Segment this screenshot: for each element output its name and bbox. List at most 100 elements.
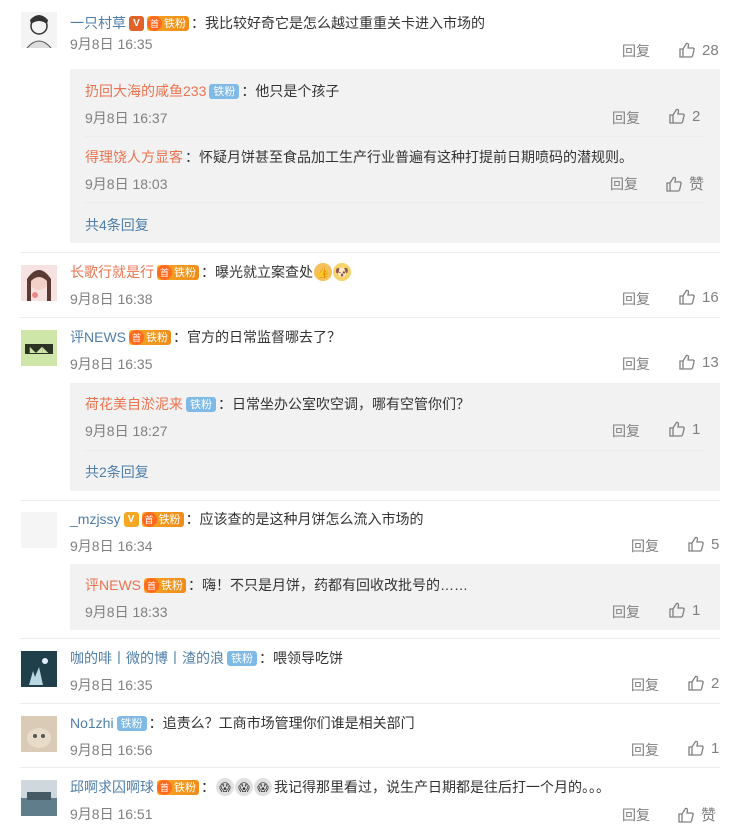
username-link[interactable]: 荷花美自淤泥来 [85, 394, 183, 414]
doge-emoji-icon: 🐶 [333, 263, 351, 281]
reply-button[interactable]: 回复 [622, 805, 650, 825]
fan-badge-icon: 铁粉 [209, 83, 240, 99]
more-replies-link[interactable]: 共4条回复 [85, 215, 149, 235]
like-count: 1 [711, 739, 720, 757]
reply-text: ：日常坐办公室吹空调，哪有空管你们？ [218, 396, 470, 412]
username-link[interactable]: 得理饶人方显客 [85, 147, 183, 167]
username-link[interactable]: 扔回大海的咸鱼233 [85, 81, 206, 101]
reply-button[interactable]: 回复 [631, 536, 659, 556]
thumbs-up-icon [669, 602, 685, 618]
thumbs-up-icon [666, 176, 682, 192]
thumbs-up-emoji-icon: 👍 [314, 263, 332, 281]
avatar[interactable] [21, 512, 57, 548]
username-link[interactable]: _mzjssy [70, 511, 121, 527]
divider [20, 703, 720, 704]
username-link[interactable]: 评NEWS [70, 327, 126, 347]
avatar[interactable]: ◣◢◣ [21, 330, 57, 366]
crying-face-emoji-icon: 😱 [216, 778, 234, 796]
like-button[interactable]: 5 [687, 535, 719, 553]
reply-text: ：怀疑月饼甚至食品加工生产行业普遍有这种打提前日期喷码的潜规则。 [185, 149, 633, 165]
comment-list: 一只村草 V 首铁粉 ：我比较好奇它是怎么越过重重关卡进入市场的 9月8日 16… [0, 0, 736, 828]
reply-button[interactable]: 回复 [622, 41, 650, 61]
fan-badge-label: 铁粉 [146, 332, 168, 344]
username-link[interactable]: 一只村草 [70, 13, 126, 33]
thumbs-up-icon [679, 42, 695, 58]
comment-time: 9月8日 16:51 [70, 806, 153, 822]
divider [20, 252, 720, 253]
more-replies-link[interactable]: 共2条回复 [85, 462, 149, 482]
reply-time: 9月8日 18:27 [85, 423, 168, 439]
like-button[interactable]: 13 [678, 353, 719, 371]
fan-badge-label: 铁粉 [116, 715, 147, 731]
reply-time: 9月8日 18:33 [85, 604, 168, 620]
comment-text: ：曝光就立案查处 [201, 264, 313, 280]
verified-badge-icon: V [123, 511, 139, 527]
reply-button[interactable]: 回复 [612, 421, 640, 441]
fan-badge-icon: 铁粉 [186, 396, 216, 412]
avatar[interactable] [21, 651, 57, 687]
like-button[interactable]: 28 [678, 41, 719, 59]
avatar[interactable] [21, 265, 57, 301]
fan-badge-icon: 铁粉 [116, 715, 147, 731]
reply-button[interactable]: 回复 [631, 740, 659, 760]
fan-badge-label: 铁粉 [209, 83, 240, 99]
avatar[interactable] [21, 716, 57, 752]
reply-button[interactable]: 回复 [612, 602, 640, 622]
reply-button[interactable]: 回复 [631, 675, 659, 695]
reply-time: 9月8日 16:37 [85, 110, 168, 126]
fan-badge-icon: 首铁粉 [157, 264, 199, 280]
like-button[interactable]: 1 [668, 601, 700, 619]
like-button[interactable]: 赞 [677, 804, 716, 825]
fan-badge-label: 铁粉 [161, 580, 183, 592]
like-button[interactable]: 16 [678, 288, 719, 306]
divider [85, 136, 704, 137]
like-count: 13 [702, 353, 719, 371]
reply-text: ：嗨！不只是月饼，药都有回收改批号的…… [188, 577, 468, 593]
svg-text:◣◢◣: ◣◢◣ [30, 345, 49, 354]
divider [85, 450, 704, 451]
like-count: 赞 [701, 807, 717, 824]
crying-face-emoji-icon: 😱 [235, 778, 253, 796]
username-link[interactable]: 长歌行就是行 [70, 262, 154, 282]
comment-text: ：追责么？工商市场管理你们谁是相关部门 [148, 715, 415, 731]
comment-text: ：喂领导吃饼 [259, 650, 343, 666]
reply-button[interactable]: 回复 [612, 108, 640, 128]
like-count: 16 [702, 288, 719, 306]
username-link[interactable]: 评NEWS [85, 575, 141, 595]
like-button[interactable]: 1 [668, 420, 700, 438]
like-button[interactable]: 赞 [665, 173, 704, 194]
like-button[interactable]: 2 [687, 674, 719, 692]
username-link[interactable]: No1zhi [70, 715, 114, 731]
fan-badge-icon: 铁粉 [227, 650, 257, 666]
thumbs-up-icon [688, 740, 704, 756]
thumbs-up-icon [688, 536, 704, 552]
divider [85, 202, 704, 203]
thumbs-up-icon [678, 807, 694, 823]
username-link[interactable]: 邱啊求囚啊球 [70, 777, 154, 797]
like-count: 赞 [689, 176, 705, 193]
like-count: 1 [692, 601, 701, 619]
thumbs-up-icon [688, 675, 704, 691]
avatar[interactable] [21, 780, 57, 816]
comment-text: 我记得那里看过，说生产日期都是往后打一个月的。。。 [274, 779, 610, 795]
fan-badge-icon: 首铁粉 [129, 329, 171, 345]
comment-time: 9月8日 16:35 [70, 36, 153, 52]
reply-text: ：他只是个孩子 [241, 83, 340, 99]
divider [20, 638, 720, 639]
reply-time: 9月8日 18:03 [85, 176, 168, 192]
thumbs-up-icon [679, 354, 695, 370]
like-button[interactable]: 2 [668, 107, 700, 125]
thumbs-up-icon [669, 421, 685, 437]
divider [20, 317, 720, 318]
fan-badge-icon: 首铁粉 [157, 779, 199, 795]
like-button[interactable]: 1 [687, 739, 719, 757]
divider [20, 767, 720, 768]
comment-text: ：官方的日常监督哪去了？ [173, 329, 341, 345]
thumbs-up-icon [679, 289, 695, 305]
like-count: 28 [702, 41, 719, 59]
reply-button[interactable]: 回复 [622, 289, 650, 309]
reply-button[interactable]: 回复 [610, 174, 638, 194]
username-link[interactable]: 咖的啡丨微的博丨渣的浪 [70, 648, 224, 668]
avatar[interactable] [21, 12, 57, 48]
reply-button[interactable]: 回复 [622, 354, 650, 374]
